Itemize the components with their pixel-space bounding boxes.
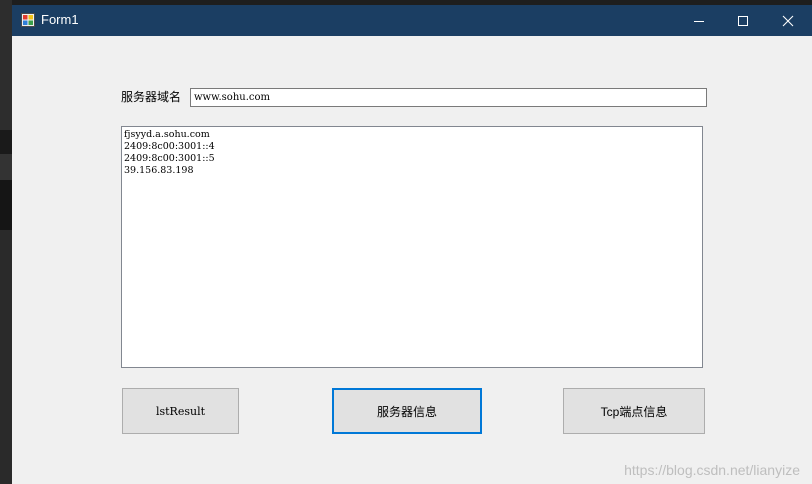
- list-item[interactable]: 2409:8c00:3001::4: [124, 141, 702, 153]
- background-window-edge: [0, 154, 12, 180]
- maximize-icon: [738, 15, 748, 26]
- maximize-button[interactable]: [720, 5, 766, 36]
- list-item[interactable]: fjsyyd.a.sohu.com: [124, 129, 702, 141]
- minimize-icon: [694, 20, 704, 22]
- tcp-endpoint-info-button[interactable]: Tcp端点信息: [563, 388, 705, 434]
- background-window-edge: [0, 0, 12, 130]
- form-app-icon: [21, 13, 35, 27]
- close-icon: [782, 15, 794, 26]
- result-listbox[interactable]: fjsyyd.a.sohu.com 2409:8c00:3001::4 2409…: [121, 126, 703, 368]
- watermark-text: https://blog.csdn.net/lianyize: [624, 462, 800, 478]
- title-bar[interactable]: Form1: [12, 5, 812, 36]
- background-window-edge: [0, 230, 12, 484]
- list-item[interactable]: 2409:8c00:3001::5: [124, 153, 702, 165]
- list-item[interactable]: 39.156.83.198: [124, 165, 702, 177]
- domain-label: 服务器域名: [121, 90, 182, 104]
- background-window-edge: [0, 130, 12, 154]
- form1-window: Form1 服务器域名 fjsyyd.a.sohu.com: [12, 5, 812, 484]
- server-info-button[interactable]: 服务器信息: [332, 388, 482, 434]
- window-title: Form1: [41, 12, 79, 27]
- domain-input[interactable]: [190, 88, 707, 107]
- desktop-background: Form1 服务器域名 fjsyyd.a.sohu.com: [0, 0, 812, 484]
- minimize-button[interactable]: [676, 5, 722, 36]
- background-window-edge: [0, 180, 12, 230]
- lst-result-button[interactable]: lstResult: [122, 388, 239, 434]
- close-button[interactable]: [765, 5, 811, 36]
